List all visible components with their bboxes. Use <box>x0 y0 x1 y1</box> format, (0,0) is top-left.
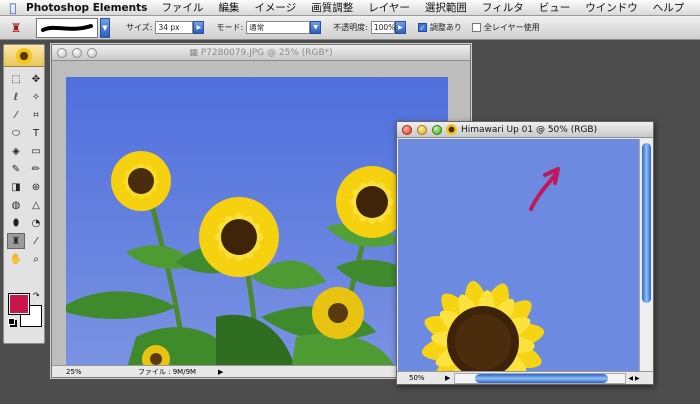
window-titlebar[interactable]: ▦ P7280079.JPG @ 25% (RGB*) <box>52 45 470 61</box>
menu-select[interactable]: 選択範囲 <box>425 0 467 15</box>
lasso-tool-icon[interactable]: ℓ <box>7 89 25 105</box>
window-titlebar[interactable]: Himawari Up 01 @ 50% (RGB) <box>397 122 653 138</box>
toolbox-header[interactable] <box>4 45 44 67</box>
menu-view[interactable]: ビュー <box>539 0 571 15</box>
sponge-tool-icon[interactable]: ⬮ <box>7 215 25 231</box>
sharpen-tool-icon[interactable]: △ <box>27 197 45 213</box>
image-canvas[interactable] <box>398 139 639 372</box>
adjust-label: 調整あり <box>429 23 462 32</box>
opacity-slider-button[interactable]: ▶ <box>394 21 406 34</box>
menu-help[interactable]: ヘルプ <box>653 0 685 15</box>
opacity-input[interactable]: 100% <box>370 21 395 34</box>
eraser-tool-icon[interactable]: ◨ <box>7 179 25 195</box>
zoom-level[interactable]: 25% <box>52 368 122 376</box>
brush-dropdown-button[interactable]: ▼ <box>100 17 110 38</box>
pencil-tool-icon[interactable]: ✏ <box>27 161 45 177</box>
apple-menu-icon[interactable]:  <box>0 1 26 15</box>
menu-image[interactable]: イメージ <box>254 0 296 15</box>
blur-tool-icon[interactable]: ◍ <box>7 197 25 213</box>
color-swatches: ↷ <box>8 291 42 327</box>
vertical-scrollbar[interactable] <box>639 139 652 372</box>
move-tool-icon[interactable]: ✥ <box>27 71 45 87</box>
menu-enhance[interactable]: 画質調整 <box>311 0 353 15</box>
status-bar: 50% ▶ ◀ ▶ <box>397 371 653 384</box>
status-menu-arrow-icon[interactable]: ▶ <box>445 374 450 382</box>
status-menu-arrow-icon[interactable]: ▶ <box>218 368 223 376</box>
selection-brush-tool-icon[interactable]: ⁄ <box>7 107 25 123</box>
opacity-label: 不透明度: <box>333 23 368 32</box>
window-title-text: P7280079.JPG @ 25% (RGB*) <box>200 47 333 58</box>
brush-tool-icon[interactable]: ✎ <box>7 161 25 177</box>
brush-preset-picker[interactable] <box>36 17 98 38</box>
tool-grid: ⬚ ✥ ℓ ✧ ⁄ ⌗ ⬭ T ◈ ▭ ✎ ✏ ◨ ⊛ ◍ △ ⬮ ◔ ♜ ⁄ ✋ ⌕ <box>4 67 44 267</box>
all-layers-checkbox[interactable] <box>471 23 481 32</box>
mode-select[interactable]: 通常 <box>246 21 311 34</box>
scroll-left-arrow-icon[interactable]: ◀ <box>628 375 633 382</box>
toolbox: ⬚ ✥ ℓ ✧ ⁄ ⌗ ⬭ T ◈ ▭ ✎ ✏ ◨ ⊛ ◍ △ ⬮ ◔ ♜ ⁄ ✋ ⌕ ↷ <box>3 44 45 344</box>
size-label: サイズ: <box>126 23 153 32</box>
marquee-tool-icon[interactable]: ⬚ <box>7 71 25 87</box>
zoom-level[interactable]: 50% <box>397 374 445 382</box>
document-icon: ▦ <box>189 47 201 58</box>
menu-layer[interactable]: レイヤー <box>368 0 410 15</box>
options-bar: ♜ ▼ サイズ: 34 px ▶ モード: 通常 ▼ 不透明度: 100% ▶ … <box>0 16 700 40</box>
default-colors-icon[interactable] <box>8 318 15 325</box>
minimize-button[interactable] <box>417 124 427 135</box>
menu-window[interactable]: ウインドウ <box>585 0 638 15</box>
horizontal-scrollbar[interactable] <box>454 372 627 384</box>
shape-tool-icon[interactable]: ⬭ <box>7 125 25 141</box>
image-canvas[interactable] <box>66 77 448 371</box>
eyedropper-tool-icon[interactable]: ⁄ <box>27 233 45 249</box>
clone-stamp-tool-icon[interactable]: ♜ <box>7 233 25 249</box>
clone-stamp-icon[interactable]: ♜ <box>8 20 24 36</box>
zoom-button[interactable] <box>432 124 442 135</box>
horizontal-scroll-thumb[interactable] <box>475 373 609 383</box>
menu-edit[interactable]: 編集 <box>218 0 239 15</box>
gradient-tool-icon[interactable]: ▭ <box>27 143 45 159</box>
brush-stroke-icon <box>41 23 93 32</box>
sunflower-logo-icon <box>16 47 32 64</box>
type-tool-icon[interactable]: T <box>27 125 45 141</box>
file-size-info: ファイル : 9M/9M <box>137 367 197 376</box>
document-thumbnail-icon <box>446 124 457 135</box>
all-layers-label: 全レイヤー使用 <box>483 23 540 32</box>
red-eye-tool-icon[interactable]: ⊛ <box>27 179 45 195</box>
menu-filter[interactable]: フィルタ <box>482 0 524 15</box>
document-window-secondary: Himawari Up 01 @ 50% (RGB) 50% ▶ ◀ ▶ <box>396 121 654 385</box>
mode-dropdown-button[interactable]: ▼ <box>310 21 322 34</box>
crop-tool-icon[interactable]: ⌗ <box>27 107 45 123</box>
swap-colors-icon[interactable]: ↷ <box>33 291 40 300</box>
window-title: ▦ P7280079.JPG @ 25% (RGB*) <box>52 48 470 58</box>
window-title: Himawari Up 01 @ 50% (RGB) <box>461 124 598 135</box>
mode-label: モード: <box>216 23 244 32</box>
sunflower-photo <box>66 77 448 371</box>
menu-bar:  Photoshop Elements ファイル 編集 イメージ 画質調整 レ… <box>0 0 700 16</box>
size-slider-button[interactable]: ▶ <box>193 21 205 34</box>
close-button[interactable] <box>402 124 412 135</box>
foreground-color-swatch[interactable] <box>8 293 30 315</box>
vertical-scroll-thumb[interactable] <box>642 143 651 303</box>
hand-tool-icon[interactable]: ✋ <box>7 251 25 267</box>
scroll-right-arrow-icon[interactable]: ▶ <box>635 375 640 382</box>
zoom-tool-icon[interactable]: ⌕ <box>27 251 45 267</box>
app-menu[interactable]: Photoshop Elements <box>26 2 147 14</box>
dodge-tool-icon[interactable]: ◔ <box>27 215 45 231</box>
magic-wand-tool-icon[interactable]: ✧ <box>27 89 45 105</box>
paint-bucket-tool-icon[interactable]: ◈ <box>7 143 25 159</box>
menu-file[interactable]: ファイル <box>161 0 203 15</box>
sunflower-closeup-photo <box>398 139 639 372</box>
size-input[interactable]: 34 px <box>155 21 194 34</box>
adjust-checkbox[interactable]: ✓ <box>417 23 427 32</box>
